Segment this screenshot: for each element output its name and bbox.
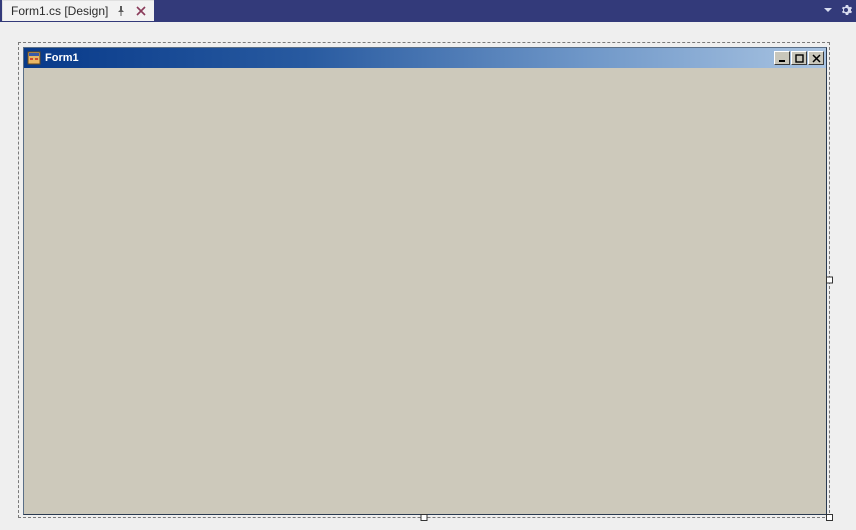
winform-preview[interactable]: Form1 (23, 47, 827, 515)
active-files-dropdown-icon[interactable] (822, 4, 834, 19)
designer-workspace: Form1 (0, 22, 856, 530)
resize-handle-bottom-right[interactable] (826, 514, 833, 521)
resize-handle-bottom-middle[interactable] (421, 514, 428, 521)
minimize-button[interactable] (774, 51, 790, 65)
winform-title: Form1 (45, 52, 773, 64)
designer-selection-frame[interactable]: Form1 (18, 42, 830, 518)
pin-icon[interactable] (114, 4, 128, 18)
gear-icon[interactable] (840, 4, 852, 19)
document-tab-label: Form1.cs [Design] (11, 4, 108, 18)
form-icon (27, 51, 41, 65)
document-tab[interactable]: Form1.cs [Design] (2, 0, 154, 21)
resize-handle-middle-right[interactable] (826, 277, 833, 284)
winform-buttons-group (773, 51, 824, 65)
winform-titlebar: Form1 (24, 48, 826, 68)
document-tab-bar: Form1.cs [Design] (0, 0, 856, 22)
close-button[interactable] (808, 51, 824, 65)
maximize-button[interactable] (791, 51, 807, 65)
tab-bar-right-controls (822, 0, 852, 22)
close-tab-icon[interactable] (134, 4, 148, 18)
